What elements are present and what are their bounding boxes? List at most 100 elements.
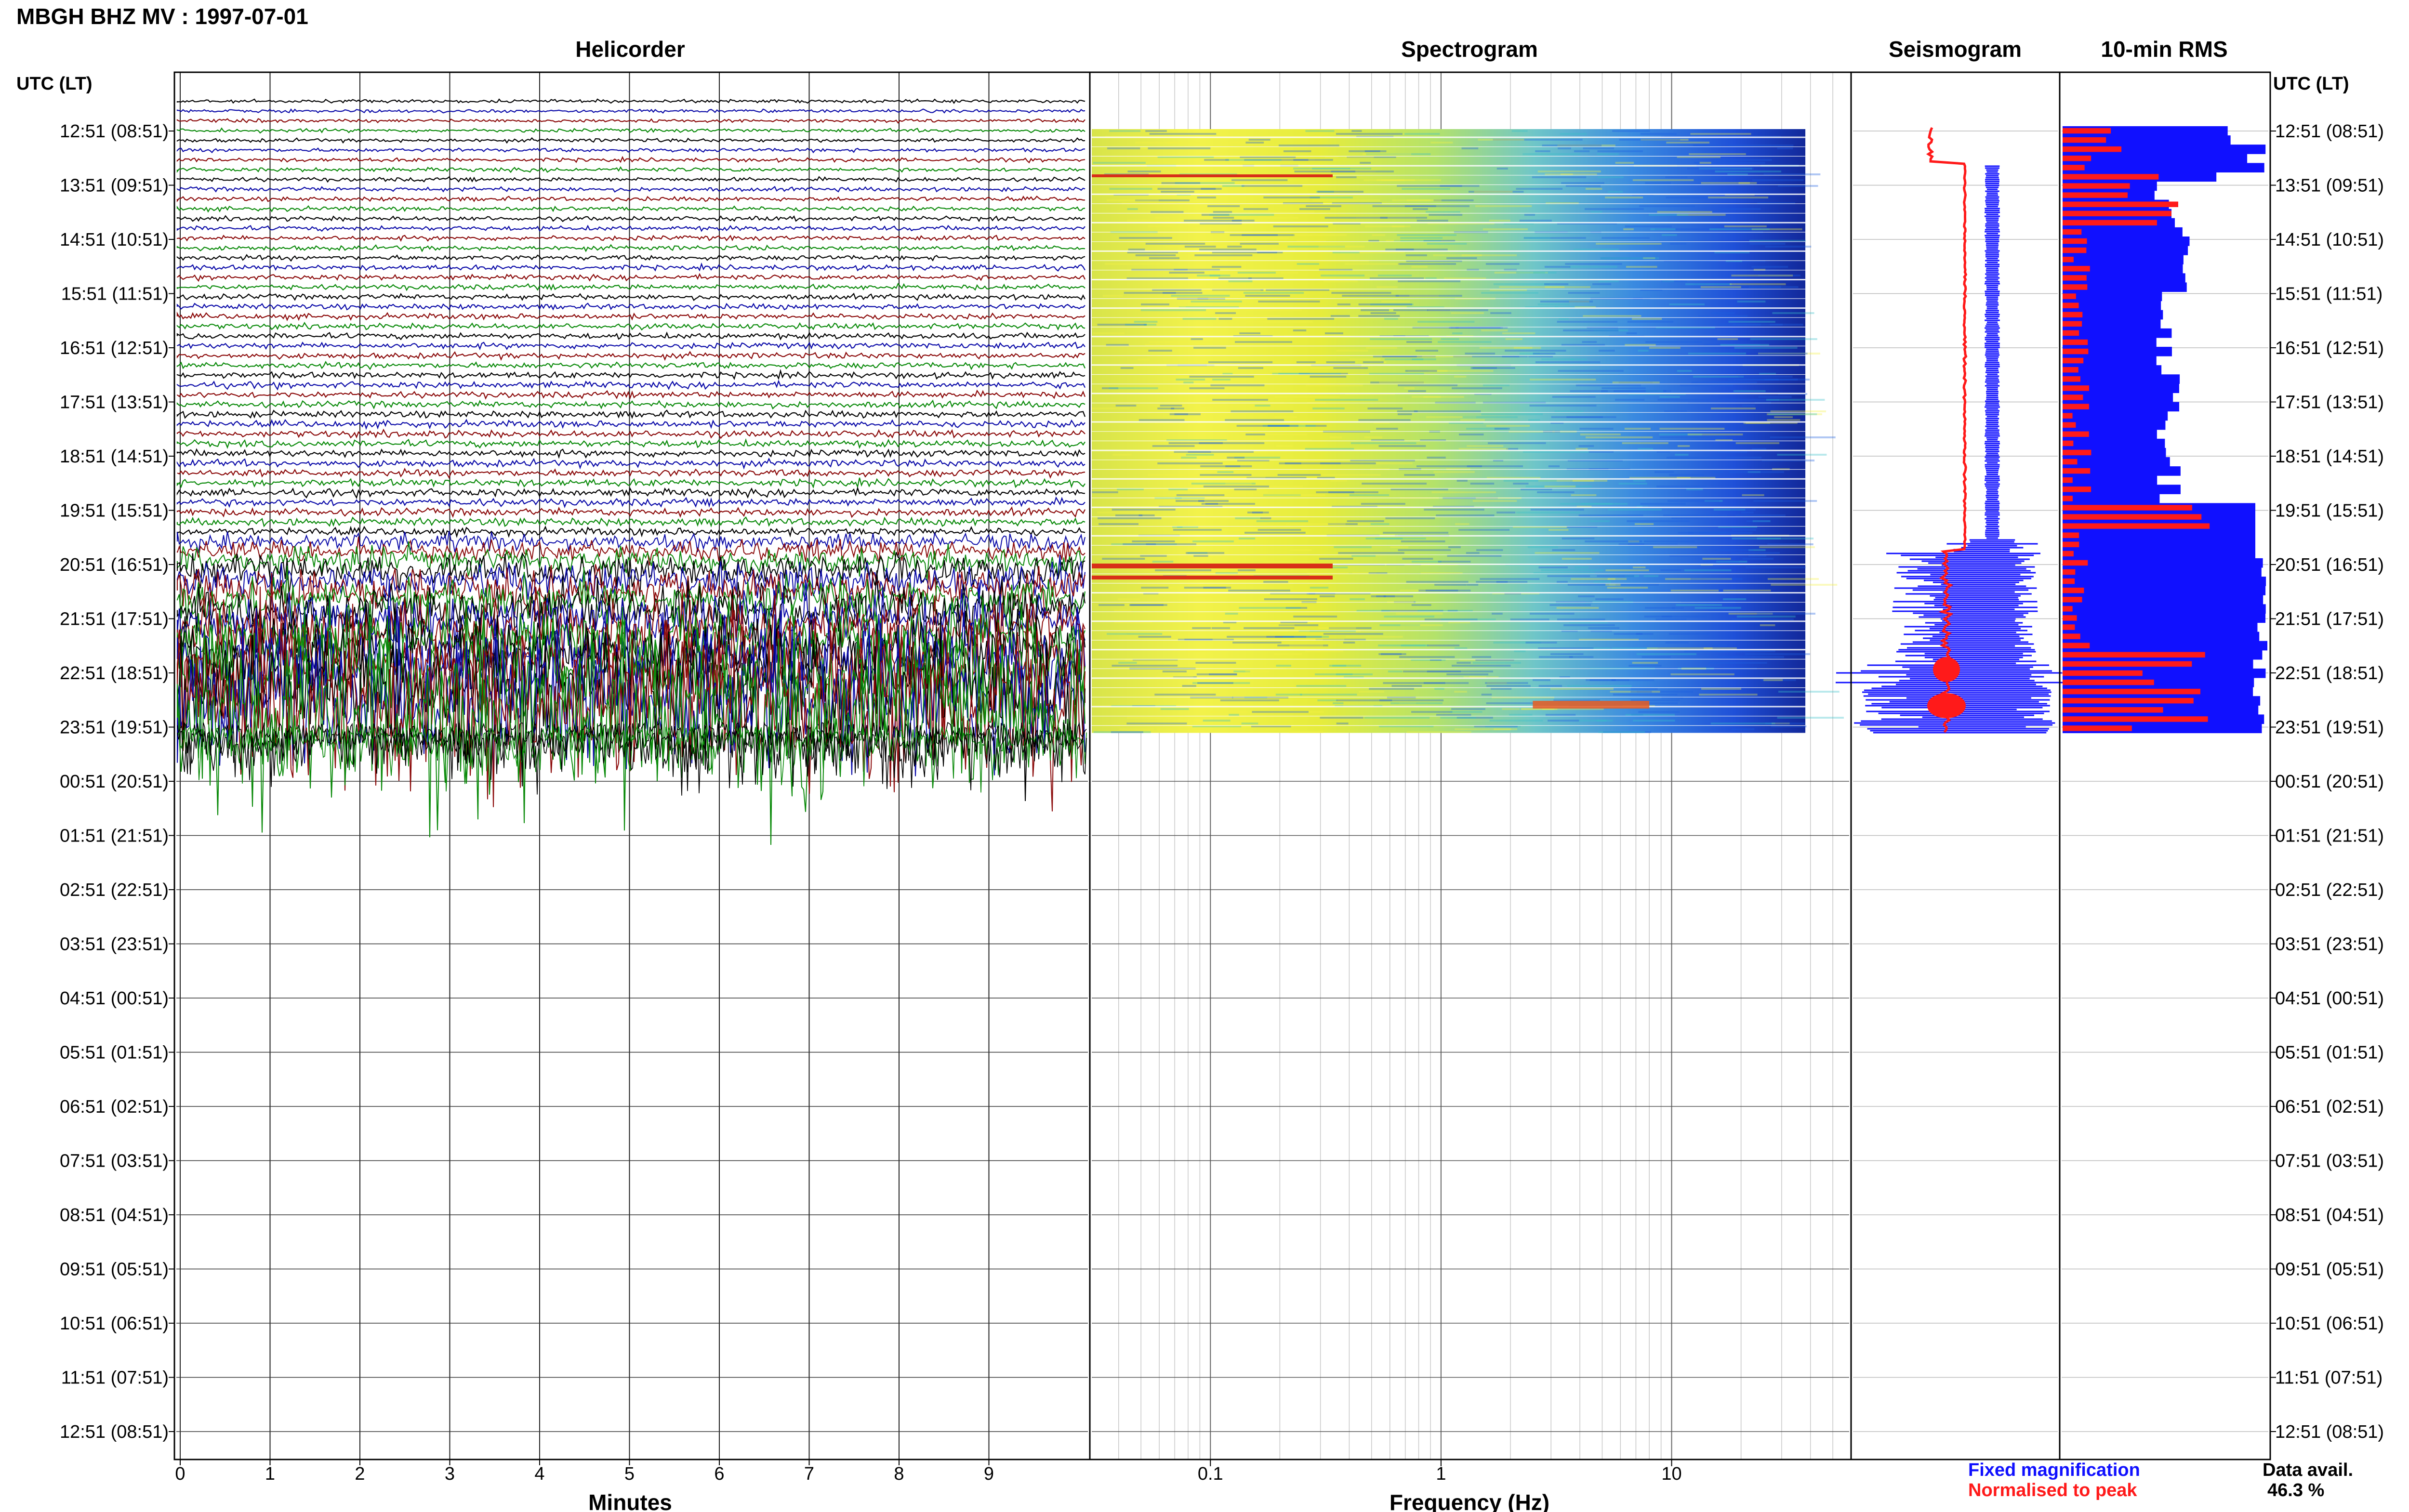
- spectrogram-texture: [1191, 338, 1203, 340]
- helicorder-x-tick: 8: [894, 1464, 904, 1484]
- rms-normalised-bar: [2063, 339, 2088, 345]
- rms-normalised-bar: [2063, 312, 2083, 317]
- rms-normalised-bar: [2063, 587, 2084, 593]
- spectrogram-texture: [1578, 514, 1643, 516]
- spectrogram-texture: [1509, 714, 1533, 716]
- time-tick-left: 12:51 (08:51): [60, 1422, 169, 1442]
- spectrogram-texture: [1630, 691, 1652, 693]
- helicorder-trace: [176, 496, 1085, 509]
- time-tick-left: 00:51 (20:51): [60, 772, 169, 792]
- spectrogram-texture: [1252, 512, 1269, 513]
- spectrogram-texture: [1234, 488, 1257, 490]
- helicorder-trace: [176, 448, 1085, 459]
- spectrogram-texture: [1364, 717, 1430, 719]
- rms-normalised-bar: [2063, 505, 2192, 511]
- spectrogram-texture: [1225, 483, 1252, 485]
- spectrogram-texture: [1645, 341, 1702, 343]
- spectrogram-texture: [1732, 538, 1781, 539]
- spectrogram-texture: [1516, 188, 1563, 190]
- helicorder-trace: [176, 419, 1085, 430]
- spectrogram-texture: [1209, 214, 1274, 216]
- spectrogram-texture: [1385, 249, 1448, 250]
- spectrogram-texture: [1174, 532, 1204, 534]
- spectrogram-texture: [1516, 272, 1557, 274]
- spectrogram-texture: [1476, 581, 1528, 583]
- spectrogram-texture: [1148, 474, 1203, 476]
- spectrogram-texture: [1625, 344, 1656, 346]
- spectrogram-texture: [1109, 188, 1152, 190]
- spectrogram-texture: [1730, 283, 1786, 285]
- spectrogram-texture: [1712, 471, 1724, 473]
- spectrogram-xlabel: Frequency (Hz): [1390, 1490, 1549, 1512]
- spectrogram-texture: [1263, 197, 1320, 198]
- spectrogram-texture: [1640, 133, 1677, 135]
- spectrogram-texture: [1127, 208, 1138, 210]
- spectrogram-texture: [1118, 662, 1137, 664]
- spectrogram-texture: [1230, 234, 1295, 236]
- spectrogram-texture: [1182, 685, 1196, 687]
- spectrogram-texture: [1152, 561, 1174, 563]
- helicorder-trace: [176, 322, 1085, 331]
- spectrogram-texture: [1513, 483, 1529, 485]
- spectrogram-texture: [1626, 332, 1637, 334]
- spectrogram-texture: [1200, 474, 1252, 476]
- spectrogram-texture: [1692, 381, 1757, 383]
- spectrogram-texture: [1770, 324, 1803, 326]
- time-tick-left: 02:51 (22:51): [60, 880, 169, 900]
- spectrogram-texture: [1245, 309, 1302, 311]
- spectrogram-texture: [1312, 408, 1345, 409]
- spectrogram-texture: [1220, 699, 1279, 701]
- rms-normalised-bar: [2063, 220, 2157, 226]
- rms-normalised-bar: [2063, 459, 2078, 465]
- spectrogram-texture: [1598, 731, 1645, 733]
- spectrogram-texture: [1424, 509, 1484, 511]
- spectrogram-texture: [1263, 561, 1315, 563]
- spectrogram-texture: [1363, 153, 1412, 155]
- spectrogram-texture: [1184, 246, 1216, 248]
- seismogram-title: Seismogram: [1889, 37, 2022, 62]
- spectrogram-texture: [1493, 283, 1550, 285]
- spectrogram-texture: [1654, 471, 1674, 473]
- spectrogram-texture: [1149, 257, 1180, 259]
- helicorder-trace: [176, 205, 1085, 213]
- rms-fixed-bar: [2063, 539, 2255, 550]
- spectrogram-texture: [1753, 269, 1766, 271]
- data-availability-label: Data avail.: [2263, 1460, 2353, 1480]
- spectrogram-texture: [1565, 185, 1601, 187]
- spectrogram-texture: [1626, 266, 1657, 268]
- spectrogram-texture: [1602, 387, 1646, 389]
- rms-normalised-bar: [2063, 284, 2088, 290]
- spectrogram-texture: [1662, 234, 1677, 236]
- time-tick-right: 13:51 (09:51): [2275, 176, 2384, 196]
- spectrogram-texture: [1465, 353, 1496, 355]
- spectrogram-texture: [1529, 613, 1575, 615]
- helicorder-trace: [176, 283, 1085, 291]
- spectrogram-texture: [1514, 650, 1526, 652]
- spectrogram-texture: [1538, 656, 1573, 658]
- spectrogram-texture: [1441, 338, 1459, 340]
- spectrogram-texture: [1107, 147, 1140, 149]
- spectrogram-texture: [1248, 211, 1315, 213]
- legend-fixed-magnification: Fixed magnification: [1968, 1460, 2140, 1480]
- spectrogram-texture: [1590, 520, 1610, 522]
- spectrogram-texture: [1343, 642, 1355, 644]
- rms-normalised-bar: [2063, 302, 2079, 308]
- spectrogram-texture: [1334, 546, 1372, 548]
- time-tick-left: 13:51 (09:51): [60, 176, 169, 196]
- spectrogram-texture: [1708, 197, 1769, 198]
- time-tick-left: 16:51 (12:51): [60, 338, 169, 358]
- spectrogram-texture: [1376, 428, 1398, 430]
- spectrogram-texture: [1522, 153, 1580, 155]
- spectrogram-texture: [1330, 315, 1350, 317]
- spectrogram-texture: [1197, 197, 1216, 198]
- spectrogram-texture: [1549, 604, 1591, 606]
- spectrogram-texture: [1678, 532, 1694, 534]
- spectrogram-texture: [1274, 416, 1297, 418]
- rms-normalised-bar: [2063, 633, 2080, 639]
- spectrogram-texture: [1248, 139, 1271, 141]
- spectrogram-texture: [1305, 448, 1354, 450]
- spectrogram-texture: [1203, 486, 1270, 487]
- spectrogram-texture: [1467, 269, 1479, 271]
- spectrogram-texture: [1541, 358, 1574, 360]
- spectrogram-texture: [1145, 344, 1207, 346]
